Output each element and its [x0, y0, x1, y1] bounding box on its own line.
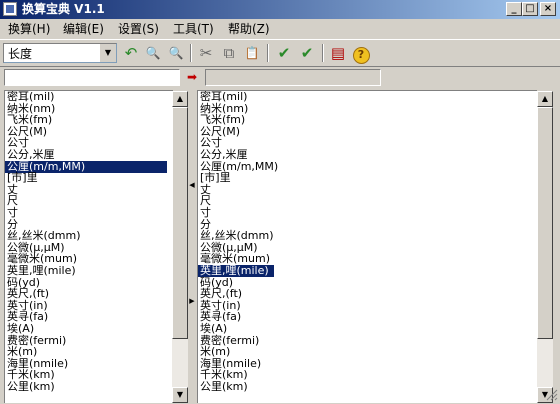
splitter-left-arrow-icon[interactable]: ◀	[188, 180, 196, 190]
menu-settings[interactable]: 设置(S)	[118, 22, 159, 36]
undo-arrow-icon[interactable]: ↶	[120, 42, 142, 64]
close-button[interactable]: ×	[540, 2, 556, 16]
calculator-icon[interactable]: ▤	[327, 42, 349, 64]
help-icon-button[interactable]: ?	[350, 42, 372, 64]
scroll-up-button[interactable]: ▲	[172, 91, 188, 107]
target-list-scrollbar[interactable]: ▲ ▼	[537, 91, 553, 403]
toolbar-separator	[190, 44, 192, 62]
minimize-button[interactable]: _	[506, 2, 522, 16]
cut-icon[interactable]: ✂	[195, 42, 217, 64]
convert-arrow-icon[interactable]: ➡	[185, 70, 199, 84]
scroll-up-button[interactable]: ▲	[537, 91, 553, 107]
resize-grip-icon[interactable]	[544, 387, 558, 401]
list-item[interactable]: 公里(km)	[198, 381, 248, 393]
scroll-thumb[interactable]	[537, 107, 553, 339]
menu-tools[interactable]: 工具(T)	[173, 22, 214, 36]
check-pencil-icon[interactable]: ✔	[273, 42, 295, 64]
search-zoom-alt-icon[interactable]: 🔍	[165, 42, 187, 64]
maximize-button[interactable]: □	[522, 2, 538, 16]
toolbar-separator	[322, 44, 324, 62]
menu-bar: 换算(H) 编辑(E) 设置(S) 工具(T) 帮助(Z)	[0, 19, 560, 39]
source-value-input[interactable]	[4, 69, 180, 86]
menu-convert[interactable]: 换算(H)	[8, 22, 50, 36]
splitter-right-arrow-icon[interactable]: ▶	[188, 296, 196, 306]
scroll-thumb[interactable]	[172, 107, 188, 339]
target-unit-list[interactable]: 密耳(mil) 纳米(nm) 飞米(fm) 公尺(M) 公寸 公分,米厘 公厘(m/m,MM…	[197, 90, 537, 403]
search-zoom-icon[interactable]: 🔍	[142, 42, 164, 64]
list-item[interactable]: 公里(km)	[5, 381, 55, 393]
unit-category-value: 长度	[8, 47, 33, 61]
menu-help[interactable]: 帮助(Z)	[228, 22, 270, 36]
source-unit-list[interactable]: 密耳(mil) 纳米(nm) 飞米(fm) 公尺(M) 公寸 公分,米厘 公厘(m/m,MM…	[4, 90, 173, 403]
toolbar-separator	[267, 44, 269, 62]
window-title: 换算宝典 V1.1	[22, 2, 105, 16]
source-list-scrollbar[interactable]: ▲ ▼	[172, 91, 188, 403]
paste-icon[interactable]: 📋	[241, 42, 263, 64]
list-splitter[interactable]: ◀ ▶	[188, 180, 196, 306]
result-value-field	[205, 69, 381, 86]
app-icon[interactable]	[3, 2, 17, 16]
check-pencil-alt-icon[interactable]: ✔	[296, 42, 318, 64]
unit-category-select[interactable]: 长度 ▼	[3, 43, 117, 63]
scroll-down-button[interactable]: ▼	[172, 387, 188, 403]
chevron-down-icon[interactable]: ▼	[99, 44, 116, 62]
menu-edit[interactable]: 编辑(E)	[63, 22, 104, 36]
copy-icon[interactable]: ⧉	[218, 42, 240, 64]
help-icon: ?	[352, 47, 370, 64]
